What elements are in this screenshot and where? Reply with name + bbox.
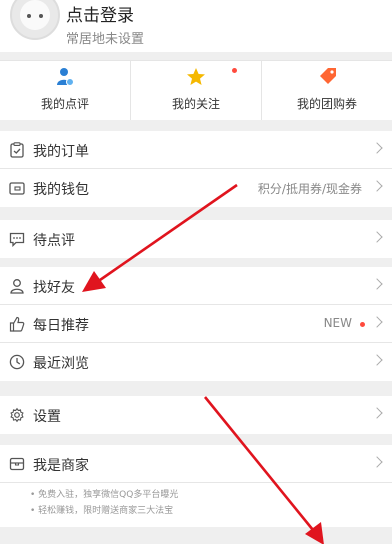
daily-recommend-label: 每日推荐 [33,318,89,334]
avatar-face [20,0,50,30]
daily-recommend-row[interactable]: 每日推荐 NEW [0,305,392,343]
star-icon [187,68,205,85]
profile-header[interactable]: 点击登录 常居地未设置 [0,0,392,52]
my-follows-button[interactable]: 我的关注 [130,61,261,120]
merchant-benefits: • 免费入驻，独享微信QQ多平台曝光 • 轻松赚钱，限时赠送商家三大法宝 [0,483,392,527]
chevron-right-icon [371,316,383,328]
benefit-line: • 轻松赚钱，限时赠送商家三大法宝 [30,506,174,516]
my-reviews-button[interactable]: 我的点评 [0,61,130,120]
clock-icon [9,354,25,370]
my-coupons-button[interactable]: 我的团购券 [261,61,392,120]
residence-text: 常居地未设置 [66,32,145,47]
quick-label: 我的点评 [40,97,89,111]
avatar[interactable] [10,0,60,40]
menu-group-merchant: 我是商家 • 免费入驻，独享微信QQ多平台曝光 • 轻松赚钱，限时赠送商家三大法… [0,445,392,527]
quick-access-bar: 我的点评 我的关注 我的团购券 [0,60,392,120]
user-review-icon [57,68,74,86]
chevron-right-icon [371,354,383,366]
chevron-right-icon [371,278,383,290]
comment-icon [9,232,25,247]
settings-label: 设置 [33,409,61,425]
settings-row[interactable]: 设置 [0,396,392,434]
find-friends-label: 找好友 [33,280,75,296]
wallet-row[interactable]: 我的钱包 积分/抵用券/现金券 [0,169,392,207]
person-icon [10,279,24,294]
store-icon [9,457,25,471]
chevron-right-icon [371,142,383,154]
clipboard-icon [10,142,24,158]
menu-group-social: 找好友 每日推荐 NEW 最近浏览 [0,267,392,381]
new-badge: NEW [323,316,352,330]
find-friends-row[interactable]: 找好友 [0,267,392,305]
pending-review-row[interactable]: 待点评 [0,220,392,258]
recent-browse-label: 最近浏览 [33,356,89,372]
notification-dot [232,68,237,73]
wallet-detail-text: 积分/抵用券/现金券 [257,182,362,196]
chevron-right-icon [371,231,383,243]
chevron-right-icon [371,407,383,419]
orders-label: 我的订单 [33,144,89,160]
recent-browse-row[interactable]: 最近浏览 [0,343,392,381]
avatar-eye [27,14,31,18]
menu-group-settings: 设置 [0,396,392,434]
chevron-right-icon [371,456,383,468]
gear-icon [10,407,24,423]
wallet-label: 我的钱包 [33,182,89,198]
quick-label: 我的团购券 [296,97,357,111]
new-dot [360,322,365,327]
pending-review-label: 待点评 [33,233,75,249]
chevron-right-icon [371,180,383,192]
avatar-eye [39,14,43,18]
merchant-row[interactable]: 我是商家 [0,445,392,483]
thumbs-up-icon [9,316,25,332]
quick-label: 我的关注 [171,97,220,111]
login-link[interactable]: 点击登录 [66,1,134,26]
merchant-label: 我是商家 [33,458,89,474]
menu-group-orders: 我的订单 我的钱包 积分/抵用券/现金券 [0,131,392,207]
benefit-line: • 免费入驻，独享微信QQ多平台曝光 [30,490,179,500]
coupon-tag-icon [320,68,336,84]
orders-row[interactable]: 我的订单 [0,131,392,169]
menu-group-review: 待点评 [0,220,392,258]
wallet-icon [9,182,25,195]
